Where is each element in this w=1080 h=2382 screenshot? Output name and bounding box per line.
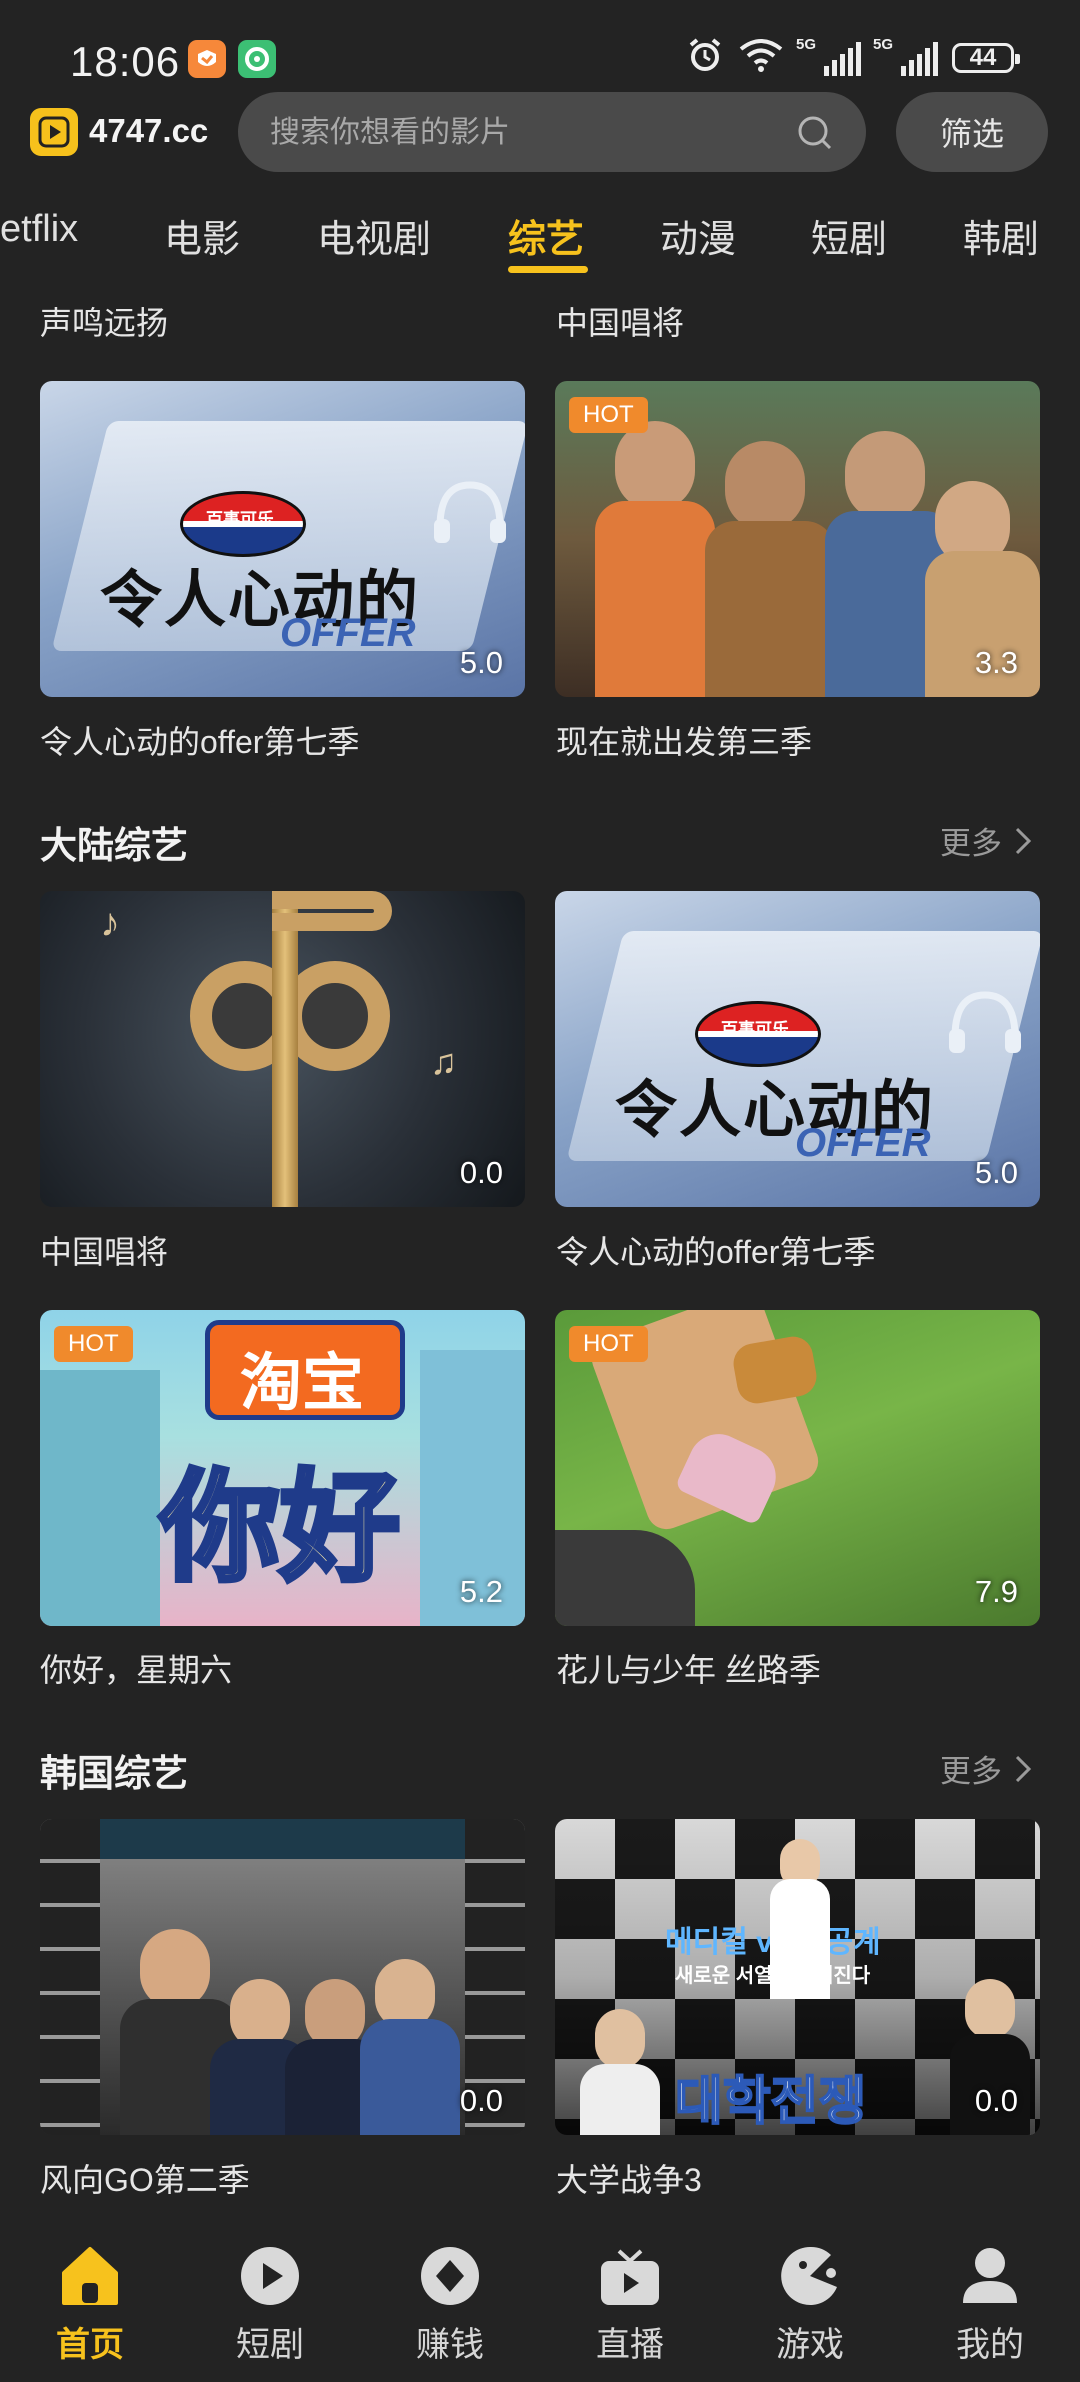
poster-score: 3.3 xyxy=(974,645,1018,680)
app-name[interactable]: 4747.cc xyxy=(89,112,208,150)
nav-label: 首页 xyxy=(56,2326,124,2364)
search-input[interactable] xyxy=(268,92,792,174)
poster-score: 5.0 xyxy=(974,1155,1018,1190)
tab-short-drama[interactable]: 短剧 xyxy=(811,208,887,263)
hot-badge: HOT xyxy=(569,1326,648,1362)
poster-card[interactable]: 淘宝 你好 HOT 5.2 xyxy=(40,1310,525,1626)
tab-tv-series[interactable]: 电视剧 xyxy=(317,208,431,263)
wifi-icon xyxy=(738,37,784,78)
nav-label: 游戏 xyxy=(776,2326,844,2364)
more-label: 更多 xyxy=(940,1754,1002,1789)
card-title[interactable]: 花儿与少年 丝路季 xyxy=(556,1645,821,1691)
app-logo-icon[interactable] xyxy=(30,108,78,156)
tab-movies[interactable]: 电影 xyxy=(164,208,240,263)
poster-title-en: OFFER xyxy=(280,611,416,655)
more-link-mainland[interactable]: 更多 xyxy=(940,818,1032,863)
nav-live[interactable]: 直播 xyxy=(560,2245,700,2366)
tab-korean-drama[interactable]: 韩剧 xyxy=(963,208,1039,263)
poster-card[interactable]: 百事可乐 令人心动的 OFFER 5.0 xyxy=(555,891,1040,1207)
tv-icon xyxy=(601,2249,659,2305)
poster-title-text: 你好 xyxy=(158,1459,403,1598)
hot-badge: HOT xyxy=(54,1326,133,1362)
chevron-right-icon xyxy=(1015,1755,1032,1782)
search-bar[interactable] xyxy=(238,92,866,174)
nav-label: 短剧 xyxy=(236,2326,304,2364)
card-title[interactable]: 你好，星期六 xyxy=(40,1645,232,1691)
search-icon[interactable] xyxy=(796,114,834,157)
status-time: 18:06 xyxy=(70,38,181,85)
filter-button[interactable]: 筛选 xyxy=(896,92,1048,172)
card-title[interactable]: 令人心动的offer第七季 xyxy=(40,717,359,763)
bottom-nav: 首页 短剧 赚钱 直播 游戏 我的 xyxy=(0,2215,1080,2382)
cellular-signal-icon: 5G xyxy=(796,36,861,76)
notification-app-icon xyxy=(188,40,226,78)
section-title-korea: 韩国综艺 xyxy=(40,1753,188,1794)
nav-label: 直播 xyxy=(596,2326,664,2364)
game-icon xyxy=(781,2246,837,2305)
tab-anime[interactable]: 动漫 xyxy=(660,208,736,263)
card-title[interactable]: 令人心动的offer第七季 xyxy=(556,1227,875,1273)
tab-variety[interactable]: 综艺 xyxy=(508,208,584,263)
user-icon xyxy=(963,2248,1017,2303)
chevron-right-icon xyxy=(1015,827,1032,854)
card-title[interactable]: 现在就出发第三季 xyxy=(556,717,812,763)
partial-title-left[interactable]: 声鸣远扬 xyxy=(40,298,168,344)
play-icon xyxy=(241,2247,299,2305)
more-label: 更多 xyxy=(940,826,1002,861)
section-title-mainland: 大陆综艺 xyxy=(40,825,188,866)
nav-games[interactable]: 游戏 xyxy=(740,2245,880,2366)
poster-score: 5.2 xyxy=(459,1574,503,1609)
card-title[interactable]: 风向GO第二季 xyxy=(40,2155,250,2201)
music-note-icon: ♪ xyxy=(100,901,120,945)
poster-card[interactable]: 百事可乐 令人心动的 OFFER 5.0 xyxy=(40,381,525,697)
nav-label: 赚钱 xyxy=(416,2326,484,2364)
nav-profile[interactable]: 我的 xyxy=(920,2245,1060,2366)
poster-title-text: 대학전쟁 xyxy=(674,2072,867,2132)
notification-app-icon-2 xyxy=(238,40,276,78)
cellular-signal-icon-2: 5G xyxy=(873,36,938,76)
hot-badge: HOT xyxy=(569,397,648,433)
poster-score: 0.0 xyxy=(459,1155,503,1190)
tab-netflix[interactable]: etflix xyxy=(0,208,78,251)
poster-card[interactable]: 메디컬 vs 이공계 새로운 서열이 정해진다 대학전쟁 0.0 xyxy=(555,1819,1040,2135)
diamond-icon xyxy=(421,2247,479,2305)
poster-card[interactable]: HOT 3.3 xyxy=(555,381,1040,697)
poster-score: 7.9 xyxy=(974,1574,1018,1609)
poster-score: 0.0 xyxy=(459,2083,503,2118)
nav-earn[interactable]: 赚钱 xyxy=(380,2245,520,2366)
home-icon xyxy=(62,2247,118,2305)
more-link-korea[interactable]: 更多 xyxy=(940,1746,1032,1791)
poster-score: 0.0 xyxy=(974,2083,1018,2118)
card-title[interactable]: 中国唱将 xyxy=(40,1227,168,1273)
headphones-icon xyxy=(430,477,510,552)
header: 4747.cc 筛选 xyxy=(0,92,1080,178)
category-tabs: etflix 电影 电视剧 综艺 动漫 短剧 韩剧 xyxy=(0,196,1080,282)
status-bar: 18:06 5G 5G 44 xyxy=(0,0,1080,92)
poster-brand-text: 百事可乐 xyxy=(206,510,274,529)
poster-card[interactable]: HOT 7.9 xyxy=(555,1310,1040,1626)
poster-card[interactable]: ♪ ♫ 0.0 xyxy=(40,891,525,1207)
nav-label: 我的 xyxy=(956,2326,1024,2364)
alarm-icon xyxy=(686,36,724,79)
poster-score: 5.0 xyxy=(459,645,503,680)
nav-short-drama[interactable]: 短剧 xyxy=(200,2245,340,2366)
music-note-icon: ♫ xyxy=(430,1041,457,1082)
headphones-icon xyxy=(945,987,1025,1062)
poster-card[interactable]: 0.0 xyxy=(40,1819,525,2135)
poster-title-en: OFFER xyxy=(795,1121,931,1165)
poster-brand-text: 淘宝 xyxy=(240,1349,365,1418)
partial-title-right[interactable]: 中国唱将 xyxy=(556,298,684,344)
card-title[interactable]: 大学战争3 xyxy=(556,2155,702,2201)
active-tab-indicator xyxy=(508,266,588,273)
poster-brand-text: 百事可乐 xyxy=(721,1020,789,1039)
battery-indicator: 44 xyxy=(952,42,1020,73)
nav-home[interactable]: 首页 xyxy=(20,2245,160,2366)
